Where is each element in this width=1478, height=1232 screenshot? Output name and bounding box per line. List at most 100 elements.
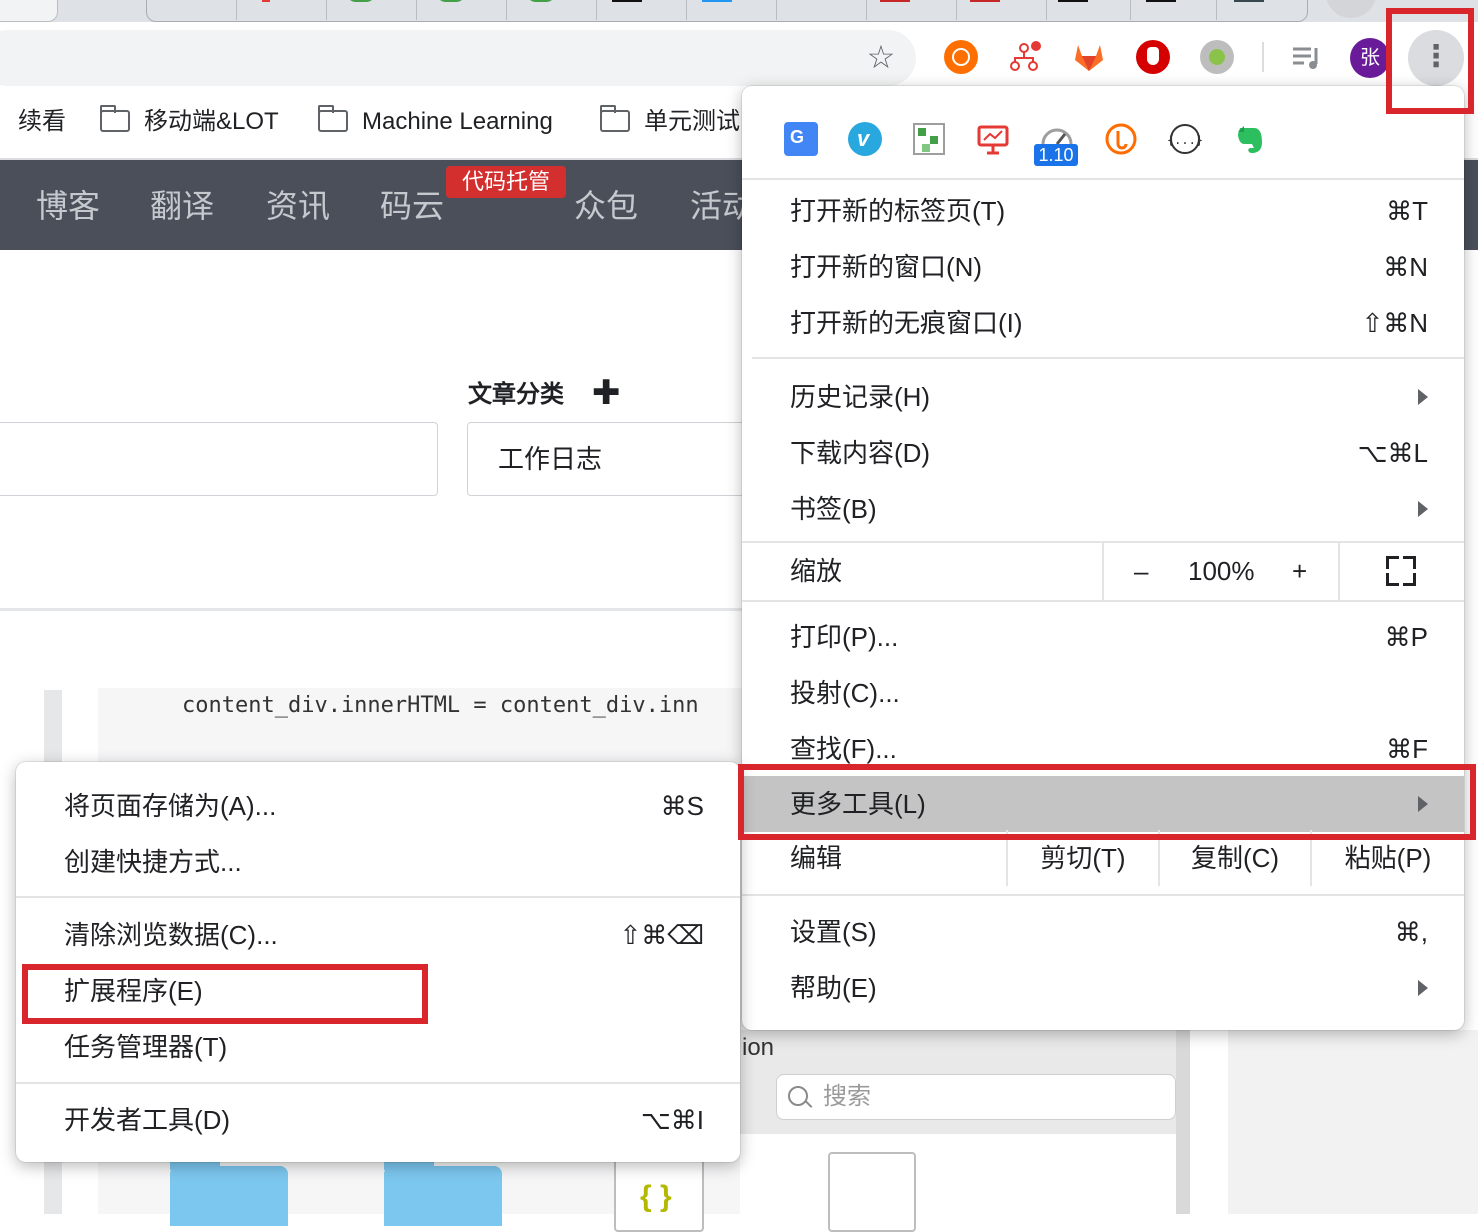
bookmark-folder[interactable]: 移动端&LOT [100,104,279,140]
folder-icon[interactable] [170,1156,288,1226]
folder-icon [318,105,348,132]
menu-item-settings[interactable]: 设置(S) ⌘, [742,904,1464,960]
menu-separator [742,600,1464,602]
tab-divider [956,0,957,20]
tab-divider [776,0,777,20]
submenu-item-developer-tools[interactable]: 开发者工具(D) ⌥⌘I [16,1092,740,1148]
menu-item-label: 任务管理器(T) [64,1032,228,1062]
extension-green-dot-icon[interactable] [1200,40,1234,74]
extension-orange-ring-icon[interactable] [944,40,978,74]
menu-item-label: 打开新的无痕窗口(I) [790,308,1023,338]
zoom-level: 100% [1188,556,1255,586]
nav-crowdsourcing[interactable]: 众包 [574,182,638,230]
document-file-icon[interactable] [828,1152,916,1232]
finder-search-input[interactable]: 搜索 [776,1074,1176,1120]
tab-group [146,0,1308,22]
menu-item-shortcut: ⌥⌘I [640,1105,704,1135]
vimium-icon[interactable]: v [848,122,882,156]
menu-item-history[interactable]: 历史记录(H) [742,369,1464,425]
menu-item-shortcut: ⌘, [1394,917,1428,947]
menu-item-cast[interactable]: 投射(C)... [742,665,1464,721]
submenu-item-clear-browsing-data[interactable]: 清除浏览数据(C)... ⇧⌘⌫ [16,907,740,963]
adblock-hand-icon[interactable] [1136,40,1170,74]
nav-translate[interactable]: 翻译 [150,182,214,230]
toolbar-divider [1262,42,1264,72]
bookmark-folder[interactable]: Machine Learning [318,104,553,140]
json-formatter-icon[interactable]: {...} [1167,122,1203,156]
menu-item-label: 开发者工具(D) [64,1105,231,1135]
submenu-arrow-icon [1418,980,1428,996]
tab-favicon[interactable] [262,0,270,2]
menu-item-new-tab[interactable]: 打开新的标签页(T) ⌘T [742,183,1464,239]
tab-divider [866,0,867,20]
add-category-icon[interactable]: ✚ [592,376,621,410]
cut-label: 剪切(T) [1040,843,1126,873]
nav-blog[interactable]: 博客 [36,182,100,230]
tab-favicon[interactable] [1146,0,1176,2]
media-queue-icon[interactable] [1290,40,1324,74]
menu-item-label: 创建快捷方式... [64,847,242,877]
tab-divider [1216,0,1217,20]
bookmark-label: 移动端&LOT [144,108,279,135]
menu-item-shortcut: ⇧⌘⌫ [619,920,704,950]
folder-icon [600,105,630,132]
menu-item-shortcut: ⇧⌘N [1361,308,1428,338]
nav-news[interactable]: 资讯 [266,182,330,230]
evernote-elephant-icon[interactable] [1232,122,1266,156]
bookmark-label: Machine Learning [362,108,553,135]
address-bar[interactable] [0,30,916,86]
menu-item-print[interactable]: 打印(P)... ⌘P [742,609,1464,665]
tab-divider [236,0,237,20]
code-hosting-badge: 代码托管 [446,166,566,198]
menu-item-new-incognito-window[interactable]: 打开新的无痕窗口(I) ⇧⌘N [742,295,1464,351]
extension-version-badge: 1.10 [1034,144,1078,166]
sheet-extension-icon[interactable] [912,122,946,156]
bookmark-star-icon[interactable]: ☆ [864,40,898,74]
nav-gitee[interactable]: 码云 [380,182,444,230]
tab-favicon[interactable] [880,0,910,2]
menu-item-help[interactable]: 帮助(E) [742,960,1464,1016]
bookmark-folder[interactable]: 单元测试 [600,104,740,140]
profile-avatar[interactable]: 张 [1350,38,1390,78]
tab-favicon[interactable] [970,0,1000,2]
tab-favicon[interactable] [702,0,732,2]
paste-label: 粘贴(P) [1344,843,1432,873]
json-braces-icon: { } [640,1180,672,1213]
finder-scrollbar[interactable] [1176,1030,1228,1214]
code-line: content_div.innerHTML = content_div.inn [182,693,699,718]
menu-item-label: 设置(S) [790,917,877,947]
folder-icon[interactable] [384,1156,502,1226]
menu-item-label: 打印(P)... [790,622,899,652]
menu-item-bookmarks[interactable]: 书签(B) [742,481,1464,537]
menu-item-label: 帮助(E) [790,973,877,1003]
menu-item-downloads[interactable]: 下载内容(D) ⌥⌘L [742,425,1464,481]
tab-favicon[interactable] [1234,0,1264,2]
title-input[interactable] [0,422,438,496]
tab-divider [1130,0,1131,20]
zoom-out-button[interactable]: – [1134,542,1148,600]
tab-left[interactable] [0,0,58,22]
search-icon [788,1086,808,1106]
submenu-arrow-icon [1418,501,1428,517]
svg-text:{...}: {...} [1168,133,1202,147]
category-select[interactable]: 工作日志 [467,422,767,496]
gitlab-fox-icon[interactable] [1072,40,1106,74]
submenu-item-save-page[interactable]: 将页面存储为(A)... ⌘S [16,778,740,834]
fullscreen-icon [1386,556,1416,586]
zoom-in-button[interactable]: + [1292,542,1307,600]
submenu-item-task-manager[interactable]: 任务管理器(T) [16,1019,740,1075]
extension-sitemap-icon[interactable] [1008,40,1042,74]
tab-favicon[interactable] [612,0,642,2]
menu-item-label: 打开新的标签页(T) [790,196,1006,226]
screen-capture-icon[interactable] [976,122,1010,156]
menu-item-new-window[interactable]: 打开新的窗口(N) ⌘N [742,239,1464,295]
menu-separator [16,896,740,898]
orange-spiral-icon[interactable] [1104,122,1138,156]
submenu-item-create-shortcut[interactable]: 创建快捷方式... [16,834,740,890]
google-translate-icon[interactable]: G [784,122,818,156]
copy-label: 复制(C) [1190,843,1280,873]
tab-favicon[interactable] [1058,0,1088,2]
chrome-main-menu: G v 1.10 {...} 打开新的标签页(T) ⌘T 打开新的窗口(N) ⌘… [742,86,1464,1030]
zoom-row: 缩放 – 100% + [742,542,1464,600]
bookmark-item[interactable]: 续看 [18,104,66,140]
